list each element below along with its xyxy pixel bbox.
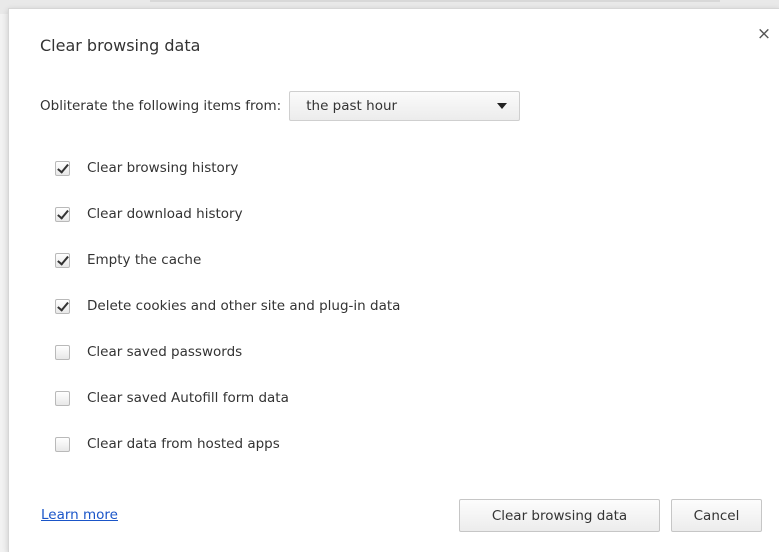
checkbox[interactable] bbox=[55, 436, 70, 452]
option-clear-download-history[interactable]: Clear download history bbox=[55, 191, 400, 237]
checkbox[interactable] bbox=[55, 160, 70, 176]
checkbox[interactable] bbox=[55, 390, 70, 406]
close-icon[interactable]: × bbox=[753, 23, 775, 45]
time-range-selected-value: the past hour bbox=[306, 98, 398, 114]
time-range-row: Obliterate the following items from: the… bbox=[40, 91, 521, 121]
option-label: Clear data from hosted apps bbox=[87, 436, 280, 452]
option-delete-cookies[interactable]: Delete cookies and other site and plug-i… bbox=[55, 283, 400, 329]
learn-more-link[interactable]: Learn more bbox=[41, 507, 118, 523]
option-label: Clear browsing history bbox=[87, 160, 239, 176]
checkbox[interactable] bbox=[55, 344, 70, 360]
option-clear-browsing-history[interactable]: Clear browsing history bbox=[55, 145, 400, 191]
option-label: Delete cookies and other site and plug-i… bbox=[87, 298, 401, 314]
checkbox[interactable] bbox=[55, 206, 70, 222]
option-label: Clear download history bbox=[87, 206, 243, 222]
option-label: Clear saved Autofill form data bbox=[87, 390, 289, 406]
checkbox[interactable] bbox=[55, 298, 70, 314]
option-label: Clear saved passwords bbox=[87, 344, 243, 360]
option-empty-cache[interactable]: Empty the cache bbox=[55, 237, 400, 283]
options-list: Clear browsing history Clear download hi… bbox=[55, 145, 400, 467]
clear-browsing-data-dialog: Clear browsing data × Obliterate the fol… bbox=[8, 8, 779, 552]
dropdown-arrow-icon bbox=[497, 103, 508, 109]
checkbox[interactable] bbox=[55, 252, 70, 268]
option-label: Empty the cache bbox=[87, 252, 202, 268]
clear-browsing-data-button[interactable]: Clear browsing data bbox=[459, 499, 660, 532]
backdrop-divider bbox=[150, 0, 720, 2]
option-clear-hosted-apps[interactable]: Clear data from hosted apps bbox=[55, 421, 400, 467]
time-range-select[interactable]: the past hour bbox=[289, 91, 521, 121]
option-clear-saved-passwords[interactable]: Clear saved passwords bbox=[55, 329, 400, 375]
dialog-title: Clear browsing data bbox=[40, 36, 201, 55]
time-range-label: Obliterate the following items from: bbox=[40, 98, 282, 114]
option-clear-autofill[interactable]: Clear saved Autofill form data bbox=[55, 375, 400, 421]
cancel-button[interactable]: Cancel bbox=[671, 499, 762, 532]
